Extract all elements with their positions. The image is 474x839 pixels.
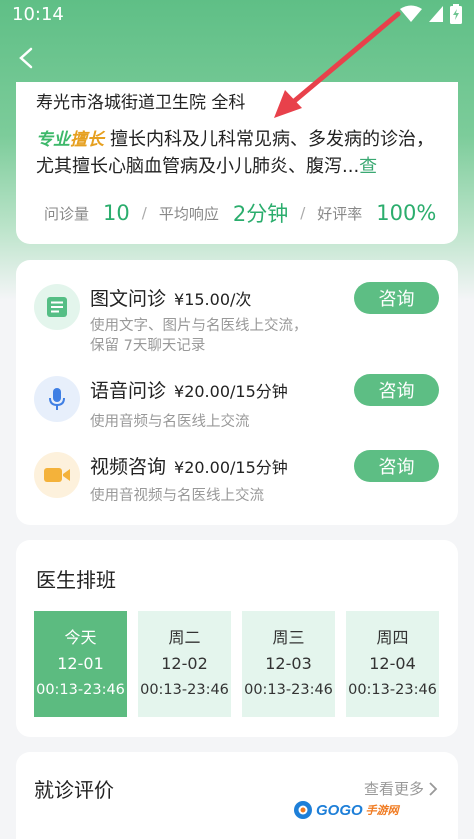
specialty-view-more-link[interactable]: 查 [359, 156, 377, 177]
consult-options-card: 图文问诊 ¥15.00/次 使用文字、图片与名医线上交流，保留 7天聊天记录 咨询… [16, 260, 458, 525]
consult-button-text[interactable]: 咨询 [354, 282, 439, 314]
consult-description: 使用音频与名医线上交流 [90, 414, 250, 430]
consult-button-voice[interactable]: 咨询 [354, 374, 439, 406]
hospital-department: 寿光市洛城街道卫生院 全科 [36, 93, 246, 113]
schedule-day-today[interactable]: 今天 12-01 00:13-23:46 [34, 611, 127, 717]
doctor-info-card: 寿光市洛城街道卫生院 全科 专业擅长 擅长内科及儿科常见病、多发病的诊治，尤其擅长… [16, 82, 458, 244]
schedule-day: 周三 [272, 628, 305, 647]
schedule-day: 周二 [168, 628, 201, 647]
schedule-day-tue[interactable]: 周二 12-02 00:13-23:46 [138, 611, 231, 717]
schedule-date: 12-03 [265, 654, 312, 673]
stat-value-consultations: 10 [103, 201, 130, 225]
consult-description: 使用音视频与名医线上交流 [90, 488, 264, 504]
consult-description: 使用文字、图片与名医线上交流，保留 7天聊天记录 [90, 318, 308, 354]
status-bar: 10:14 [0, 0, 474, 28]
schedule-day: 周四 [376, 628, 409, 647]
battery-icon [450, 4, 462, 24]
schedule-date: 12-01 [57, 654, 104, 673]
stat-value-rating: 100% [376, 201, 437, 225]
stat-label-response: 平均响应 [158, 204, 219, 223]
schedule-day: 今天 [64, 628, 97, 647]
reviews-more-link[interactable]: 查看更多 [364, 778, 438, 799]
chevron-left-icon [19, 47, 33, 69]
schedule-date: 12-02 [161, 654, 208, 673]
schedule-day-thu[interactable]: 周四 12-04 00:13-23:46 [346, 611, 439, 717]
reviews-title: 就诊评价 [34, 778, 114, 802]
schedule-title: 医生排班 [36, 568, 116, 592]
specialty-tag: 专业擅长 [36, 130, 104, 149]
stat-value-response: 2分钟 [232, 202, 289, 226]
gogo-logo-icon [294, 801, 312, 819]
schedule-time: 00:13-23:46 [36, 682, 125, 698]
stat-separator: / [300, 204, 306, 222]
consult-title: 视频咨询 [90, 456, 167, 478]
stat-label-consultations: 问诊量 [44, 204, 90, 223]
consult-price: ¥20.00/15分钟 [174, 458, 288, 477]
consult-button-video[interactable]: 咨询 [354, 450, 439, 482]
watermark-logo: GOGO 手游网 [293, 800, 399, 820]
schedule-time: 00:13-23:46 [348, 682, 437, 698]
schedule-card: 医生排班 今天 12-01 00:13-23:46 周二 12-02 00:13… [16, 540, 458, 737]
watermark-suffix: 手游网 [365, 805, 399, 817]
status-time: 10:14 [12, 3, 64, 25]
schedule-time: 00:13-23:46 [140, 682, 229, 698]
doctor-stats: 问诊量 10 / 平均响应 2分钟 / 好评率 100% [44, 198, 448, 228]
microphone-icon [34, 376, 80, 422]
signal-icon [429, 6, 443, 22]
reviews-card: 就诊评价 查看更多 [16, 752, 458, 839]
stat-label-rating: 好评率 [317, 204, 363, 223]
consult-option-text: 图文问诊 ¥15.00/次 使用文字、图片与名医线上交流，保留 7天聊天记录 咨询 [16, 282, 458, 358]
specialty-description: 专业擅长 擅长内科及儿科常见病、多发病的诊治，尤其擅长心脑血管病及小儿肺炎、腹泻.… [36, 126, 441, 180]
consult-price: ¥15.00/次 [174, 290, 252, 309]
consult-title: 语音问诊 [90, 380, 167, 402]
consult-option-video: 视频咨询 ¥20.00/15分钟 使用音视频与名医线上交流 咨询 [16, 450, 458, 526]
consult-title: 图文问诊 [90, 288, 167, 310]
video-camera-icon [34, 452, 80, 498]
schedule-time: 00:13-23:46 [244, 682, 333, 698]
stat-separator: / [141, 204, 147, 222]
reviews-more-label: 查看更多 [363, 780, 424, 798]
chevron-right-icon [429, 781, 438, 796]
consult-price: ¥20.00/15分钟 [174, 382, 288, 401]
consult-option-voice: 语音问诊 ¥20.00/15分钟 使用音频与名医线上交流 咨询 [16, 374, 458, 450]
back-button[interactable] [10, 40, 42, 76]
schedule-day-wed[interactable]: 周三 12-03 00:13-23:46 [242, 611, 335, 717]
wifi-icon [400, 5, 422, 22]
document-icon [34, 284, 80, 330]
schedule-date: 12-04 [369, 654, 416, 673]
watermark-brand: GOGO [316, 801, 363, 819]
